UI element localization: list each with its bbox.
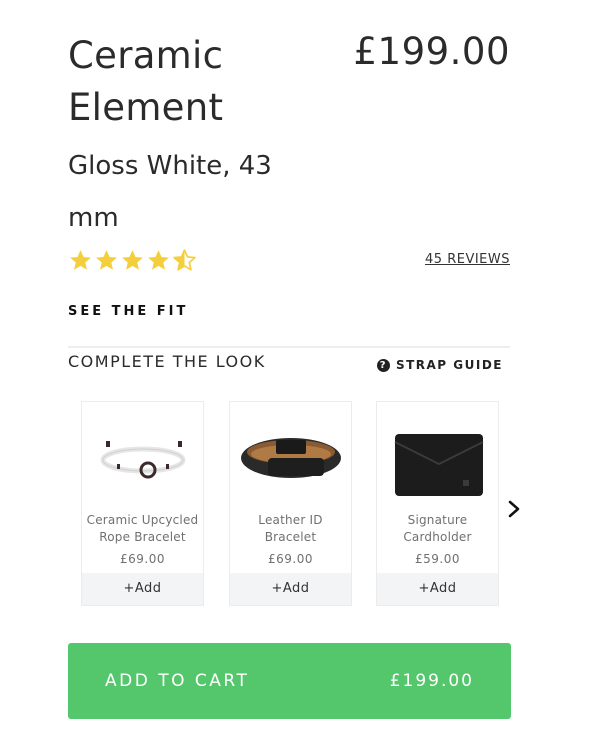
product-card-price: £59.00 (415, 552, 460, 566)
add-to-cart-button[interactable]: ADD TO CART £199.00 (68, 643, 511, 719)
add-to-cart-label: ADD TO CART (105, 671, 250, 691)
add-button[interactable]: +Add (82, 573, 203, 605)
reviews-link[interactable]: 45 REVIEWS (425, 252, 510, 267)
see-the-fit-link[interactable]: SEE THE FIT (68, 304, 188, 319)
star-icon (148, 250, 169, 270)
product-title: Ceramic Element (68, 34, 224, 129)
product-card[interactable]: Ceramic Upcycled Rope Bracelet £69.00 +A… (81, 401, 204, 606)
strap-guide-link[interactable]: ? STRAP GUIDE (376, 358, 503, 372)
star-icon (96, 250, 117, 270)
strap-guide-label: STRAP GUIDE (395, 358, 503, 372)
product-card-name: Leather ID Bracelet (258, 513, 323, 544)
divider (68, 346, 510, 348)
half-star-icon (173, 249, 196, 271)
star-rating (68, 248, 197, 273)
product-card[interactable]: Leather ID Bracelet £69.00 +Add (229, 401, 352, 606)
question-icon: ? (376, 358, 390, 372)
chevron-right-icon[interactable] (505, 498, 523, 520)
leather-bracelet-image (230, 402, 351, 512)
complete-the-look-heading: COMPLETE THE LOOK (68, 352, 266, 371)
product-card-price: £69.00 (120, 552, 165, 566)
rope-bracelet-image (82, 402, 203, 512)
product-card[interactable]: Signature Cardholder £59.00 +Add (376, 401, 499, 606)
add-to-cart-price: £199.00 (389, 671, 474, 691)
product-card-name: Ceramic Upcycled Rope Bracelet (86, 513, 199, 544)
product-card-price: £69.00 (268, 552, 313, 566)
product-variant: Gloss White, 43 mm (68, 151, 272, 233)
cardholder-image (377, 402, 498, 512)
add-button[interactable]: +Add (230, 573, 351, 605)
star-icon (122, 250, 143, 270)
add-button[interactable]: +Add (377, 573, 498, 605)
star-icon (70, 250, 91, 270)
product-card-name: Signature Cardholder (403, 513, 472, 544)
product-price: £199.00 (353, 30, 510, 73)
